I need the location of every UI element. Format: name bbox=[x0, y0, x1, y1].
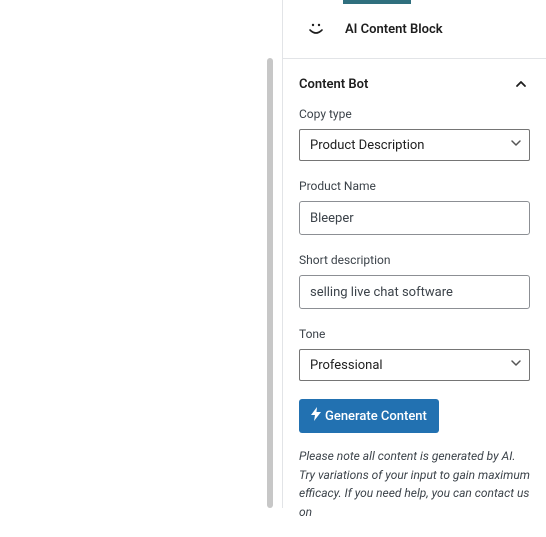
generate-content-button[interactable]: Generate Content bbox=[299, 399, 439, 433]
field-copy-type: Copy type bbox=[299, 107, 530, 161]
panel-toggle-content-bot[interactable]: Content Bot bbox=[283, 59, 546, 107]
field-tone: Tone bbox=[299, 327, 530, 381]
short-description-input[interactable] bbox=[299, 275, 530, 309]
copy-type-select[interactable] bbox=[299, 129, 530, 161]
block-title: AI Content Block bbox=[345, 22, 443, 37]
field-product-name: Product Name bbox=[299, 179, 530, 235]
copy-type-label: Copy type bbox=[299, 107, 530, 121]
panel-title: Content Bot bbox=[299, 77, 368, 92]
product-name-input[interactable] bbox=[299, 201, 530, 235]
generate-button-label: Generate Content bbox=[325, 409, 427, 424]
panel-body: Copy type Product Name Short description… bbox=[283, 107, 546, 537]
short-description-label: Short description bbox=[299, 253, 530, 267]
tone-select[interactable] bbox=[299, 349, 530, 381]
editor-canvas bbox=[0, 0, 264, 508]
product-name-label: Product Name bbox=[299, 179, 530, 193]
settings-sidebar: AI Content Block Content Bot Copy type P… bbox=[282, 0, 546, 508]
field-short-description: Short description bbox=[299, 253, 530, 309]
block-header: AI Content Block bbox=[283, 4, 546, 59]
scrollbar-thumb[interactable] bbox=[267, 58, 273, 508]
tone-label: Tone bbox=[299, 327, 530, 341]
disclaimer-note: Please note all content is generated by … bbox=[299, 447, 530, 521]
bolt-icon bbox=[311, 407, 321, 425]
chevron-up-icon bbox=[512, 75, 530, 93]
smiley-icon bbox=[305, 18, 327, 40]
